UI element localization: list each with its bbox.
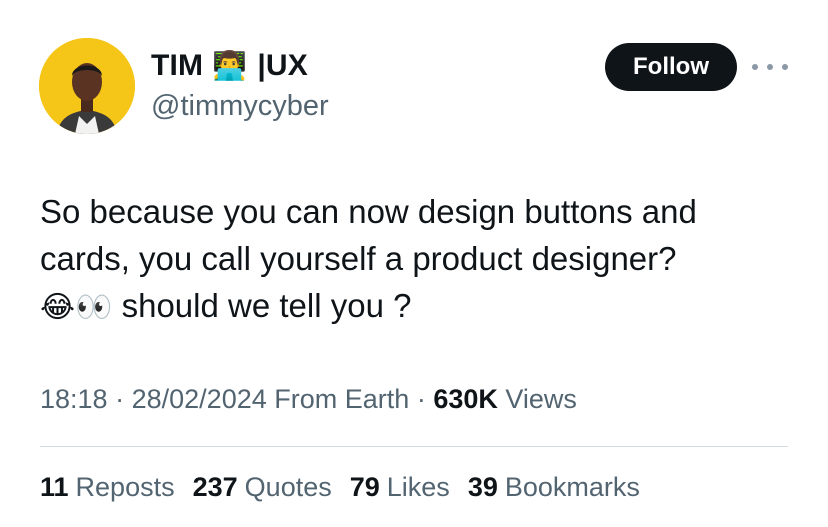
author-handle[interactable]: @timmycyber bbox=[151, 90, 329, 123]
tweet-meta: 18:18 · 28/02/2024 From Earth · 630K Vie… bbox=[40, 384, 577, 415]
likes-stat[interactable]: 79 Likes bbox=[350, 472, 450, 503]
laughing-eyes-emoji: 😂👀 bbox=[40, 291, 113, 324]
bookmarks-label: Bookmarks bbox=[504, 472, 640, 502]
more-horizontal-icon[interactable] bbox=[752, 58, 788, 76]
likes-count: 79 bbox=[349, 472, 380, 502]
reposts-stat[interactable]: 11 Reposts bbox=[40, 472, 175, 503]
tweet-date[interactable]: 28/02/2024 bbox=[132, 384, 267, 414]
tweet-line-3-text: should we tell you ? bbox=[121, 287, 412, 324]
technologist-emoji: 👨‍💻 bbox=[212, 50, 248, 81]
bookmarks-count: 39 bbox=[467, 472, 498, 502]
reposts-label: Reposts bbox=[75, 472, 175, 502]
divider bbox=[40, 446, 788, 447]
tweet-text: So because you can now design buttons an… bbox=[40, 188, 800, 331]
engagement-stats: 11 Reposts 237 Quotes 79 Likes 39 Bookmarks bbox=[40, 472, 640, 503]
meta-separator: · bbox=[416, 384, 426, 414]
author-name[interactable]: TIM 👨‍💻 |UX bbox=[151, 48, 308, 84]
tweet-time[interactable]: 18:18 bbox=[40, 384, 108, 414]
bookmarks-stat[interactable]: 39 Bookmarks bbox=[468, 472, 640, 503]
display-name[interactable]: TIM bbox=[151, 49, 203, 83]
tweet-line-3: 😂👀 should we tell you ? bbox=[40, 282, 800, 331]
reposts-count: 11 bbox=[40, 472, 69, 502]
avatar[interactable] bbox=[39, 38, 135, 134]
quotes-stat[interactable]: 237 Quotes bbox=[193, 472, 332, 503]
follow-button[interactable]: Follow bbox=[605, 43, 737, 91]
tweet-line-1: So because you can now design buttons an… bbox=[40, 193, 697, 230]
likes-label: Likes bbox=[386, 472, 450, 502]
meta-separator: · bbox=[115, 384, 125, 414]
avatar-photo bbox=[39, 38, 135, 134]
display-name-suffix[interactable]: |UX bbox=[257, 49, 308, 83]
tweet-source: From Earth bbox=[274, 384, 410, 414]
quotes-label: Quotes bbox=[244, 472, 332, 502]
quotes-count: 237 bbox=[192, 472, 238, 502]
views-count: 630K bbox=[433, 384, 498, 414]
tweet-line-2: cards, you call yourself a product desig… bbox=[40, 240, 677, 277]
views-label: Views bbox=[505, 384, 577, 414]
